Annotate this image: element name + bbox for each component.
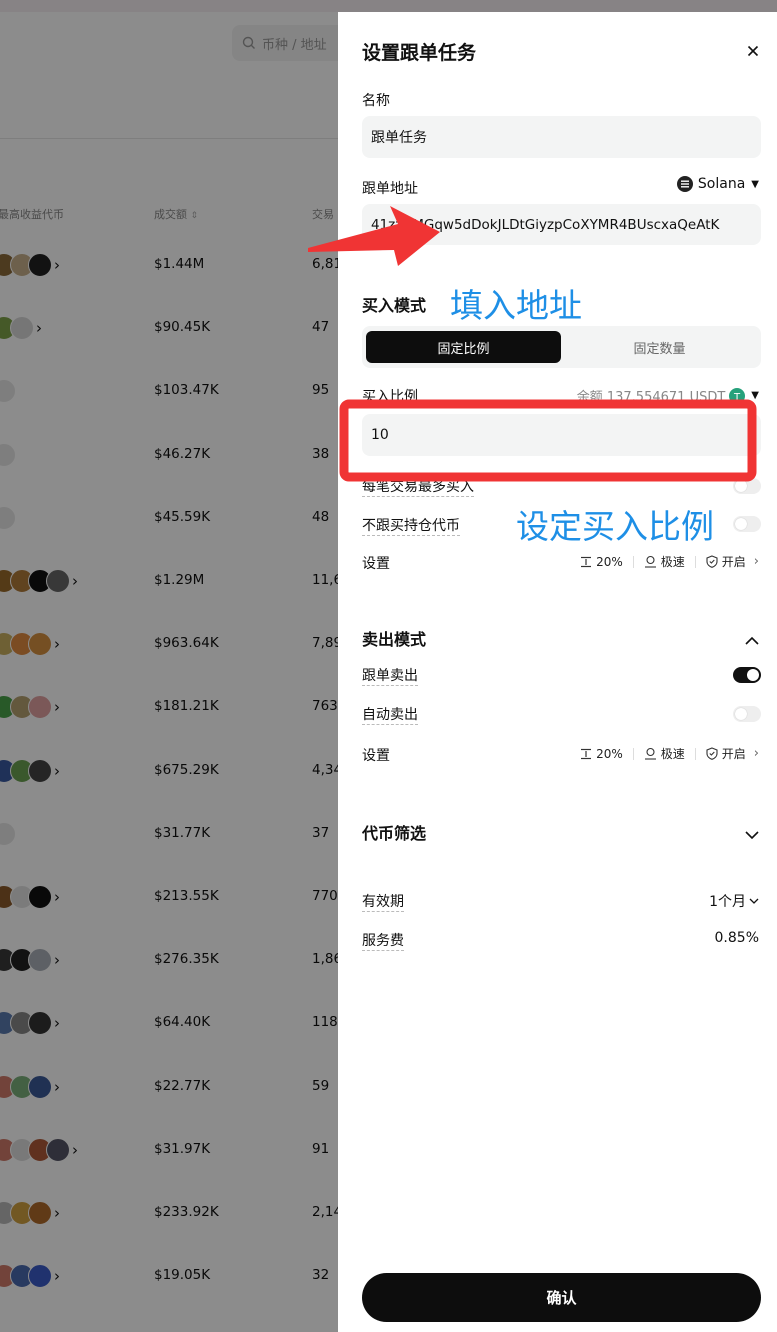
caret-down-icon: ▼: [751, 178, 759, 190]
follow-sell-toggle[interactable]: [733, 667, 761, 683]
sell-protection-item: 开启: [706, 745, 746, 762]
tab-fixed-ratio[interactable]: 固定比例: [366, 331, 561, 363]
max-buy-label-text: 每笔交易最多买入: [362, 479, 474, 497]
chain-name: Solana: [697, 176, 746, 192]
address-input-value: 41zzUMGqw5dDokJLDtGiyzpCoXYMR4BUscxaQeAt…: [371, 216, 720, 233]
sell-slippage-value: 20%: [596, 746, 623, 761]
validity-label: 有效期: [362, 891, 404, 912]
buy-ratio-label: 买入比例: [362, 389, 418, 405]
no-follow-label: 不跟买持仓代币: [362, 515, 460, 536]
auto-sell-label: 自动卖出: [362, 704, 418, 725]
follow-sell-label: 跟单卖出: [362, 665, 418, 686]
sell-speed-value: 极速: [660, 747, 685, 761]
address-input[interactable]: 41zzUMGqw5dDokJLDtGiyzpCoXYMR4BUscxaQeAt…: [362, 204, 761, 245]
buy-settings-summary[interactable]: 20% 极速 开启 ›: [570, 553, 759, 570]
annotation-fill-address: 填入地址: [450, 286, 582, 325]
speed-value: 极速: [660, 555, 685, 569]
buy-mode-tabs: 固定比例 固定数量: [362, 326, 761, 368]
token-filter-label: 代币筛选: [362, 824, 427, 843]
annotation-set-ratio: 设定买入比例: [516, 507, 714, 546]
solana-icon: [676, 176, 693, 192]
sell-settings-summary[interactable]: 20% 极速 开启 ›: [570, 745, 759, 762]
drawer-title: 设置跟单任务: [362, 42, 477, 64]
svg-text:T: T: [733, 392, 741, 403]
separator: [694, 747, 696, 760]
copy-trade-drawer: 设置跟单任务 名称 跟单任务 跟单地址 Solana ▼ 41zzUMGqw5d…: [338, 12, 777, 1332]
name-label: 名称: [362, 93, 390, 109]
auto-sell-toggle[interactable]: [733, 706, 761, 722]
usdt-icon: T: [729, 387, 746, 404]
caret-down-icon: ▼: [751, 390, 759, 401]
chevron-right-icon: ›: [753, 746, 759, 761]
buy-mode-label: 买入模式: [362, 296, 427, 315]
chevron-right-icon: ›: [753, 554, 759, 569]
chevron-up-icon: [745, 636, 759, 645]
address-label: 跟单地址: [362, 181, 418, 197]
sell-protection-value: 开启: [721, 747, 746, 761]
speed-item: 极速: [644, 553, 685, 570]
confirm-button[interactable]: 确认: [362, 1273, 761, 1322]
fee-label: 服务费: [362, 930, 404, 951]
buy-settings-label: 设置: [362, 556, 390, 572]
tab-fixed-amount[interactable]: 固定数量: [562, 331, 757, 363]
slippage-item: 20%: [580, 555, 623, 569]
chevron-down-icon: [749, 898, 759, 904]
gas-icon: [644, 747, 656, 760]
token-filter-expand-button[interactable]: [745, 825, 759, 844]
separator: [632, 555, 634, 568]
fee-label-text: 服务费: [362, 933, 404, 951]
buy-ratio-value: 10: [371, 427, 389, 443]
no-follow-toggle[interactable]: [733, 516, 761, 532]
max-buy-toggle[interactable]: [733, 478, 761, 494]
shield-icon: [706, 555, 718, 568]
shield-icon: [706, 747, 718, 760]
name-input[interactable]: 跟单任务: [362, 116, 761, 158]
follow-sell-label-text: 跟单卖出: [362, 668, 418, 686]
buy-ratio-input[interactable]: 10: [362, 414, 761, 456]
close-icon: [747, 45, 759, 57]
name-input-value: 跟单任务: [371, 130, 427, 146]
validity-select[interactable]: 1个月: [709, 891, 759, 911]
protection-value: 开启: [721, 555, 746, 569]
validity-value: 1个月: [709, 894, 746, 910]
sell-mode-collapse-button[interactable]: [745, 630, 759, 649]
slippage-icon: [581, 748, 592, 759]
no-follow-label-text: 不跟买持仓代币: [362, 518, 460, 536]
gas-icon: [644, 555, 656, 568]
validity-label-text: 有效期: [362, 894, 404, 912]
sell-mode-label: 卖出模式: [362, 630, 427, 649]
max-buy-label: 每笔交易最多买入: [362, 476, 474, 497]
sell-speed-item: 极速: [644, 745, 685, 762]
close-button[interactable]: [747, 42, 759, 61]
balance-text: 余额 137.554671 USDT: [576, 390, 726, 405]
protection-item: 开启: [706, 553, 746, 570]
chevron-down-icon: [745, 831, 759, 840]
balance-display: 余额 137.554671 USDT T ▼: [577, 386, 759, 405]
auto-sell-label-text: 自动卖出: [362, 707, 418, 725]
fee-value: 0.85%: [714, 930, 759, 946]
chain-selector[interactable]: Solana ▼: [676, 176, 759, 192]
slippage-icon: [581, 556, 592, 567]
separator: [694, 555, 696, 568]
slippage-value: 20%: [596, 554, 623, 569]
sell-settings-label: 设置: [362, 748, 390, 764]
sell-slippage-item: 20%: [580, 747, 623, 761]
separator: [632, 747, 634, 760]
